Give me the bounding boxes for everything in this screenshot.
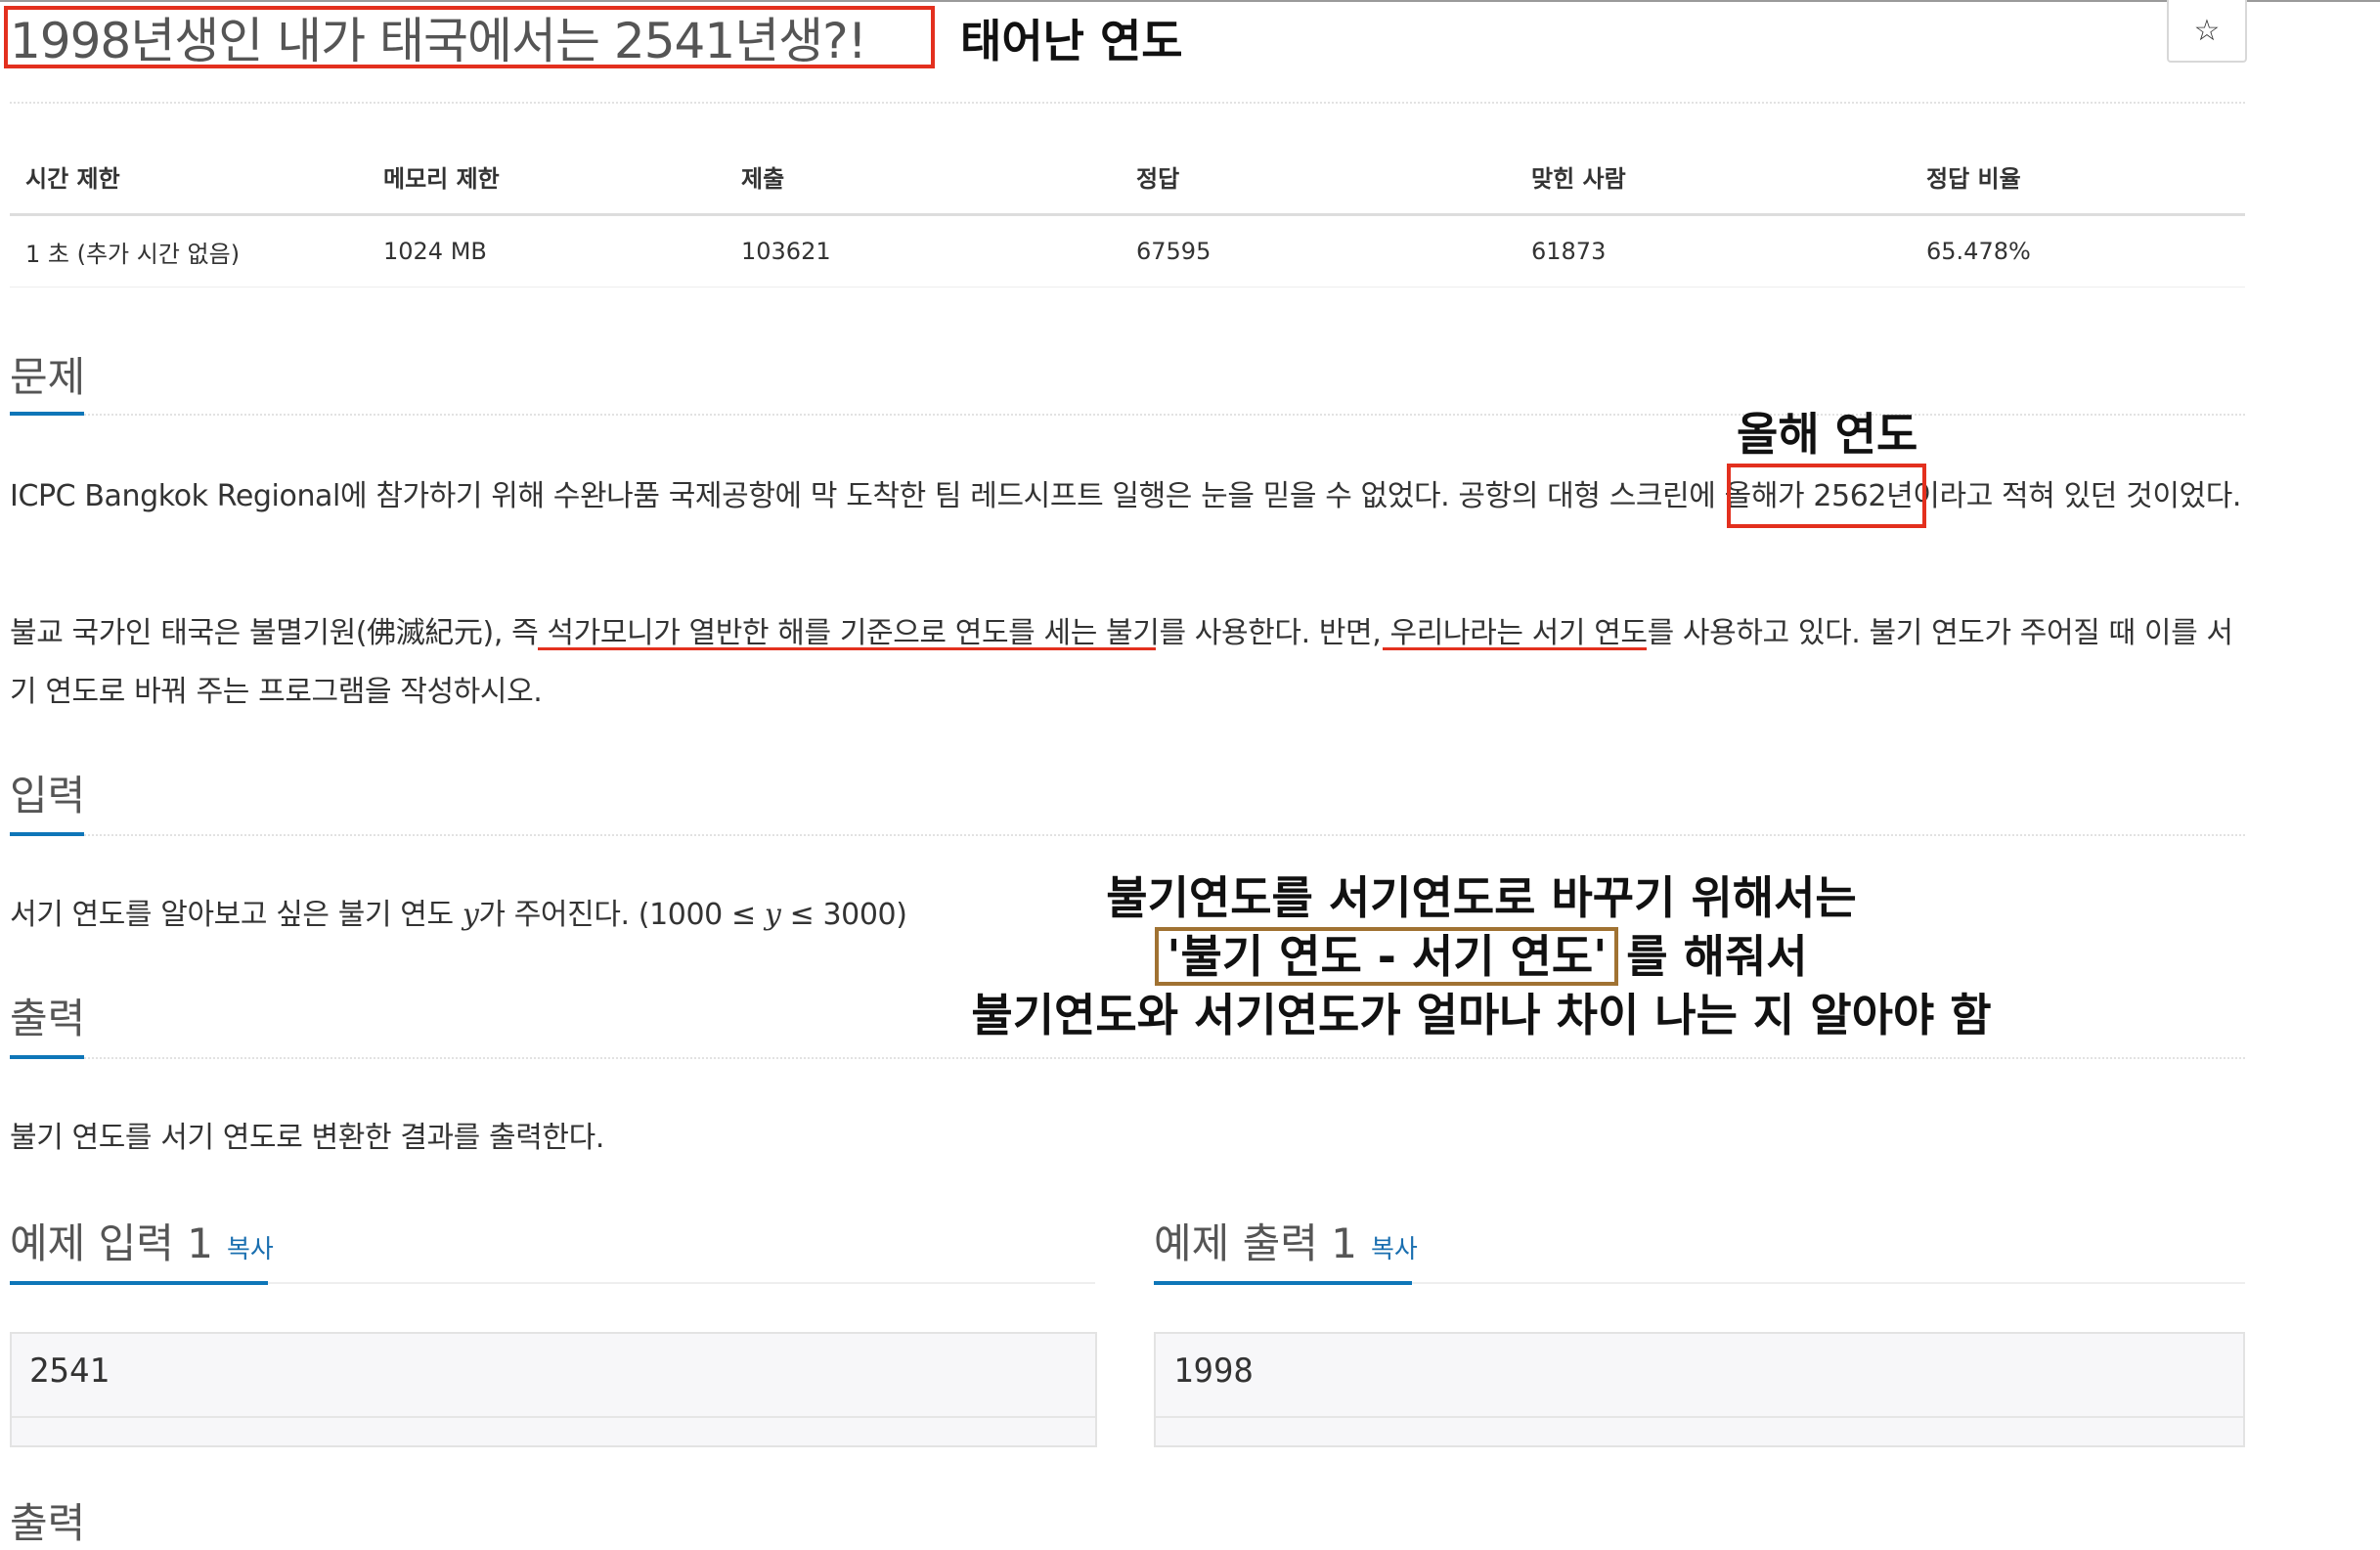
input-variable-y: y [462, 898, 479, 932]
problem-paragraph-2: 불교 국가인 태국은 불멸기원(佛滅紀元), 즉 석가모니가 열반한 해를 기준… [10, 616, 2233, 709]
sample-input-heading: 예제 입력 1 복사 [10, 1211, 274, 1270]
sample-input-title: 예제 입력 1 [10, 1219, 213, 1267]
problem-info-table: 시간 제한 메모리 제한 제출 정답 맞힌 사람 정답 비율 1 초 (추가 시… [10, 139, 2245, 288]
sample-input-box[interactable]: 2541 [10, 1332, 1097, 1447]
copy-input-link[interactable]: 복사 [227, 1235, 274, 1264]
header-ratio: 정답 비율 [1911, 139, 2245, 216]
value-accepted[interactable]: 67595 [1121, 214, 1516, 288]
input-text-after: ≤ 3000) [780, 898, 907, 932]
annotation-line-3: 불기연도와 서기연도가 얼마나 차이 나는 지 알아야 함 [971, 989, 1992, 1041]
section-underline-output [10, 1055, 84, 1059]
annotation-formula-box: '불기 연도 - 서기 연도' [1155, 927, 1619, 986]
sample-output-underline [1154, 1281, 1412, 1285]
sample-output-box[interactable]: 1998 [1154, 1332, 2245, 1447]
value-ratio: 65.478% [1911, 214, 2245, 288]
info-value-row: 1 초 (추가 시간 없음) 1024 MB 103621 67595 6187… [10, 214, 2245, 288]
section-title-output: 출력 [10, 995, 86, 1042]
annotation-underline-western-era [1383, 647, 1647, 650]
annotation-birth-year: 태어난 연도 [960, 15, 1183, 67]
value-memory-limit: 1024 MB [368, 214, 726, 288]
value-solvers[interactable]: 61873 [1516, 214, 1911, 288]
sample-output-value: 1998 [1173, 1351, 1254, 1391]
value-submissions[interactable]: 103621 [726, 214, 1121, 288]
sample-output-heading: 예제 출력 1 복사 [1154, 1211, 1418, 1270]
annotation-2562-box [1727, 464, 1926, 528]
sample-output-title: 예제 출력 1 [1154, 1219, 1357, 1267]
annotation-title-box [4, 6, 935, 68]
title-divider [10, 102, 2245, 104]
header-time-limit: 시간 제한 [10, 139, 368, 216]
annotation-line-1: 불기연도를 서기연도로 바꾸기 위해서는 [1106, 871, 1857, 924]
star-button[interactable]: ☆ [2167, 0, 2247, 63]
annotation-line-2: '불기 연도 - 서기 연도' 를 해줘서 [958, 921, 2005, 986]
header-submissions: 제출 [726, 139, 1121, 216]
header-solvers: 맞힌 사람 [1516, 139, 1911, 216]
annotation-line-2-rest: 를 해줘서 [1626, 930, 1808, 983]
info-header-row: 시간 제한 메모리 제한 제출 정답 맞힌 사람 정답 비율 [10, 139, 2245, 216]
section-title-input: 입력 [10, 772, 86, 819]
star-icon: ☆ [2193, 13, 2221, 48]
value-time-limit: 1 초 (추가 시간 없음) [10, 214, 368, 288]
header-accepted: 정답 [1121, 139, 1516, 216]
sample-input-box-divider [12, 1416, 1095, 1418]
section-underline-problem [10, 412, 84, 416]
section-underline-input [10, 832, 84, 836]
problem-page: 1998년생인 내가 태국에서는 2541년생?! ☆ 시간 제한 메모리 제한… [0, 0, 2249, 1547]
section-divider-output [10, 1057, 2245, 1059]
output-description: 불기 연도를 서기 연도로 변환한 결과를 출력한다. [10, 1121, 604, 1155]
annotation-underline-buddhist-era [538, 647, 1156, 650]
section-divider-input [10, 834, 2245, 836]
sample-input-value: 2541 [29, 1351, 110, 1391]
copy-output-link[interactable]: 복사 [1371, 1235, 1418, 1264]
input-variable-y-2: y [764, 898, 781, 932]
sample-input-underline [10, 1281, 268, 1285]
next-section-title-cutoff: 출력 [10, 1499, 86, 1547]
sample-output-box-divider [1156, 1416, 2243, 1418]
annotation-this-year: 올해 연도 [1737, 408, 1918, 461]
input-text-before: 서기 연도를 알아보고 싶은 불기 연도 [10, 898, 463, 932]
section-title-problem: 문제 [10, 353, 86, 401]
input-description: 서기 연도를 알아보고 싶은 불기 연도 y가 주어진다. (1000 ≤ y … [10, 886, 1085, 945]
header-memory-limit: 메모리 제한 [368, 139, 726, 216]
input-text-mid: 가 주어진다. (1000 ≤ [478, 898, 765, 932]
